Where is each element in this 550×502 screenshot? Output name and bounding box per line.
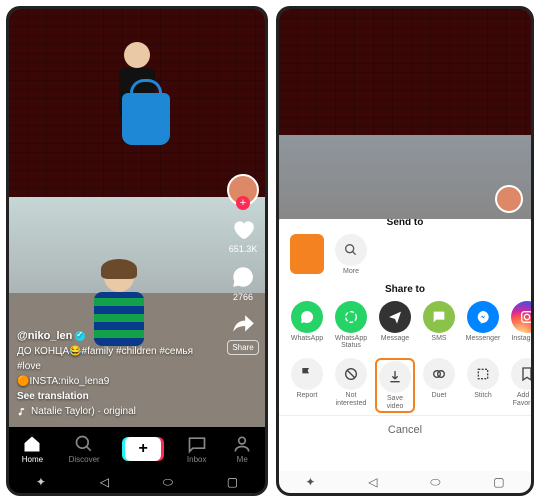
recent-contact[interactable] (287, 234, 327, 276)
phone-screen-share-sheet: Send to More Share to WhatsApp WhatsApp … (276, 6, 534, 496)
share-whatsapp[interactable]: WhatsApp (287, 301, 327, 350)
back-icon[interactable]: ◁ (368, 475, 377, 489)
see-translation[interactable]: See translation (17, 389, 195, 404)
nav-discover[interactable]: Discover (69, 434, 100, 464)
insta-line: 🟠INSTA:niko_lena9 (17, 374, 195, 389)
back-icon[interactable]: ◁ (100, 475, 109, 489)
android-nav: ✦ ◁ ⬭ ▢ (9, 471, 265, 493)
android-nav: ✦ ◁ ⬭ ▢ (279, 471, 531, 493)
phone-screen-feed: 651.3K 2766 Share @niko_len ДО КОНЦА😂#fa… (6, 6, 268, 496)
video-preview (279, 9, 531, 219)
verified-icon (75, 331, 85, 341)
action-not-interested[interactable]: Not interested (331, 358, 371, 413)
share-message[interactable]: Message (375, 301, 415, 350)
accessibility-icon[interactable]: ✦ (305, 475, 315, 489)
bottom-nav: Home Discover + Inbox Me (9, 427, 265, 471)
home-icon[interactable]: ⬭ (430, 475, 440, 490)
action-add-favorites[interactable]: Add to Favorites (507, 358, 531, 413)
share-to-heading: Share to (279, 278, 531, 299)
action-duet[interactable]: Duet (419, 358, 459, 413)
author-avatar[interactable] (495, 185, 523, 213)
more-contacts[interactable]: More (331, 234, 371, 276)
home-icon[interactable]: ⬭ (163, 475, 173, 490)
nav-home[interactable]: Home (22, 434, 43, 464)
share-sms[interactable]: SMS (419, 301, 459, 350)
share-whatsapp-status[interactable]: WhatsApp Status (331, 301, 371, 350)
recent-icon[interactable]: ▢ (227, 475, 238, 489)
share-messenger[interactable]: Messenger (463, 301, 503, 350)
share-sheet: Send to More Share to WhatsApp WhatsApp … (279, 211, 531, 471)
caption: ДО КОНЦА😂#family #children #семья #love (17, 344, 195, 374)
like-button[interactable]: 651.3K (229, 216, 258, 254)
nav-create[interactable]: + (125, 437, 161, 461)
action-save-video[interactable]: Save video (375, 358, 415, 413)
recent-icon[interactable]: ▢ (493, 475, 504, 489)
username[interactable]: @niko_len (17, 328, 195, 345)
comment-button[interactable]: 2766 (230, 264, 256, 302)
author-avatar[interactable] (227, 174, 259, 206)
nav-me[interactable]: Me (232, 434, 252, 464)
action-stitch[interactable]: Stitch (463, 358, 503, 413)
cancel-button[interactable]: Cancel (279, 415, 531, 444)
share-button[interactable]: Share (227, 312, 258, 355)
accessibility-icon[interactable]: ✦ (36, 475, 46, 489)
bucket-prop (122, 93, 170, 145)
sound-info[interactable]: Natalie Taylor) · original (17, 404, 195, 419)
share-instagram[interactable]: Instagram (507, 301, 531, 350)
action-report[interactable]: Report (287, 358, 327, 413)
video-player[interactable]: 651.3K 2766 Share @niko_len ДО КОНЦА😂#fa… (9, 9, 265, 427)
nav-inbox[interactable]: Inbox (187, 434, 207, 464)
